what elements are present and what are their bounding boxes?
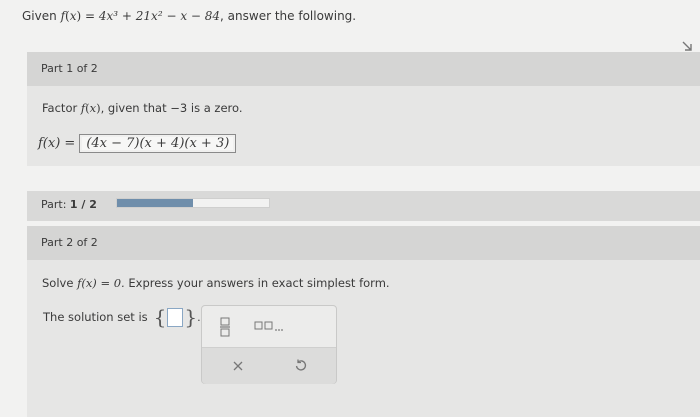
list-icon[interactable] — [254, 320, 284, 332]
given-prefix: Given — [22, 9, 57, 23]
progress-bar — [116, 198, 270, 208]
fraction-icon[interactable] — [220, 317, 230, 337]
part1-answer-row: f(x) = (4x − 7)(x + 4)(x + 3) — [38, 134, 237, 153]
progress-fill — [117, 199, 193, 207]
solution-input[interactable] — [167, 307, 184, 327]
part1-body — [27, 86, 700, 166]
factor-answer-box[interactable]: (4x − 7)(x + 4)(x + 3) — [79, 134, 237, 153]
part1-header: Part 1 of 2 — [27, 52, 700, 86]
part2-prompt: Solve f(x) = 0. Express your answers in … — [42, 276, 390, 290]
undo-icon[interactable] — [294, 359, 307, 372]
solution-label: The solution set is — [43, 310, 148, 324]
solution-row: The solution set is { } . — [43, 305, 201, 329]
question-text: Given f(x) = 4x³ + 21x² − x − 84, answer… — [22, 9, 357, 23]
given-function: f(x) — [60, 9, 82, 23]
progress-label: Part: 1 / 2 — [41, 198, 97, 211]
math-toolbox — [201, 305, 337, 384]
given-polynomial: 4x³ + 21x² − x − 84 — [98, 9, 221, 23]
part2-header: Part 2 of 2 — [27, 226, 700, 260]
given-suffix: , answer the following. — [220, 9, 357, 23]
progress-row: Part: 1 / 2 — [27, 191, 700, 221]
part1-prompt: Factor f(x), given that −3 is a zero. — [42, 101, 243, 115]
answer-lhs: f(x) = — [38, 136, 76, 151]
clear-icon[interactable] — [232, 360, 244, 372]
